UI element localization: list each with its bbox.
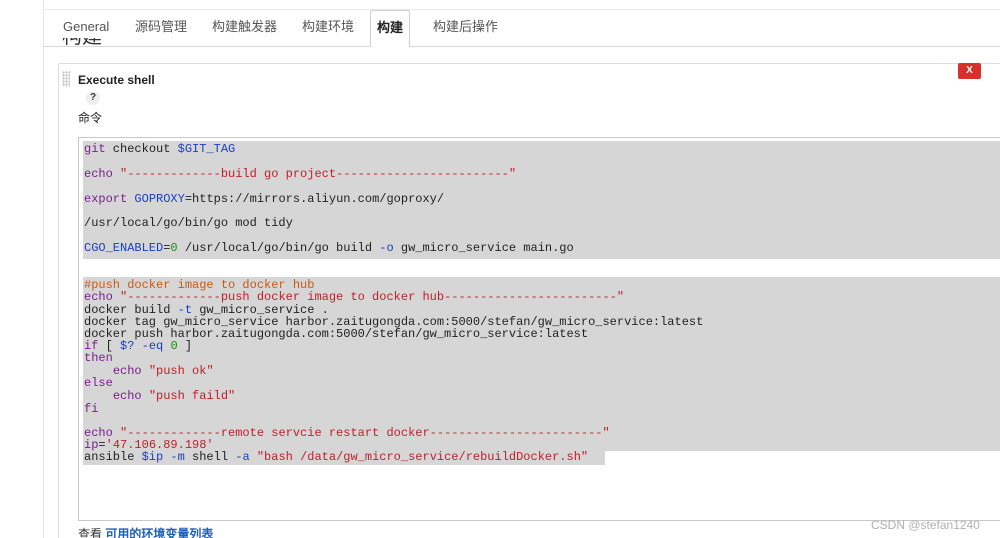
code-line: export GOPROXY=https://mirrors.aliyun.co…	[84, 192, 445, 206]
code-line: git checkout $GIT_TAG	[84, 142, 236, 156]
env-vars-link[interactable]: 可用的环境变量列表	[105, 527, 213, 538]
delete-step-button[interactable]: X	[958, 63, 981, 79]
code-line: echo "push faild"	[112, 389, 236, 403]
code-line: fi	[84, 402, 99, 416]
tab-build-env[interactable]: 构建环境	[302, 10, 354, 47]
drag-handle-icon[interactable]	[62, 71, 70, 87]
top-rule	[0, 0, 1000, 10]
code-line: ansible $ip -m shell -a "bash /data/gw_m…	[84, 450, 589, 464]
code-line: echo "-------------build go project-----…	[84, 167, 517, 181]
tab-post-build[interactable]: 构建后操作	[433, 10, 498, 47]
tab-build[interactable]: 构建	[370, 10, 410, 48]
code-line: /usr/local/go/bin/go mod tidy	[84, 216, 293, 230]
config-tab-bar: General 源码管理 构建触发器 构建环境 构建 构建后操作	[44, 10, 1000, 48]
watermark: CSDN @stefan1240	[871, 518, 980, 532]
code-line: CGO_ENABLED=0 /usr/local/go/bin/go build…	[84, 241, 574, 255]
left-gutter	[0, 0, 44, 538]
section-title: 构建	[62, 38, 102, 47]
command-label: 命令	[78, 111, 103, 125]
tab-triggers[interactable]: 构建触发器	[212, 10, 277, 47]
tab-scm[interactable]: 源码管理	[135, 10, 187, 47]
footer-prefix: 查看	[78, 527, 103, 538]
build-step-title: Execute shell	[78, 73, 155, 87]
command-textarea[interactable]: git checkout $GIT_TAG echo "------------…	[78, 137, 1000, 521]
help-icon[interactable]: ?	[86, 91, 100, 105]
env-vars-hint: 查看 可用的环境变量列表	[78, 525, 213, 538]
